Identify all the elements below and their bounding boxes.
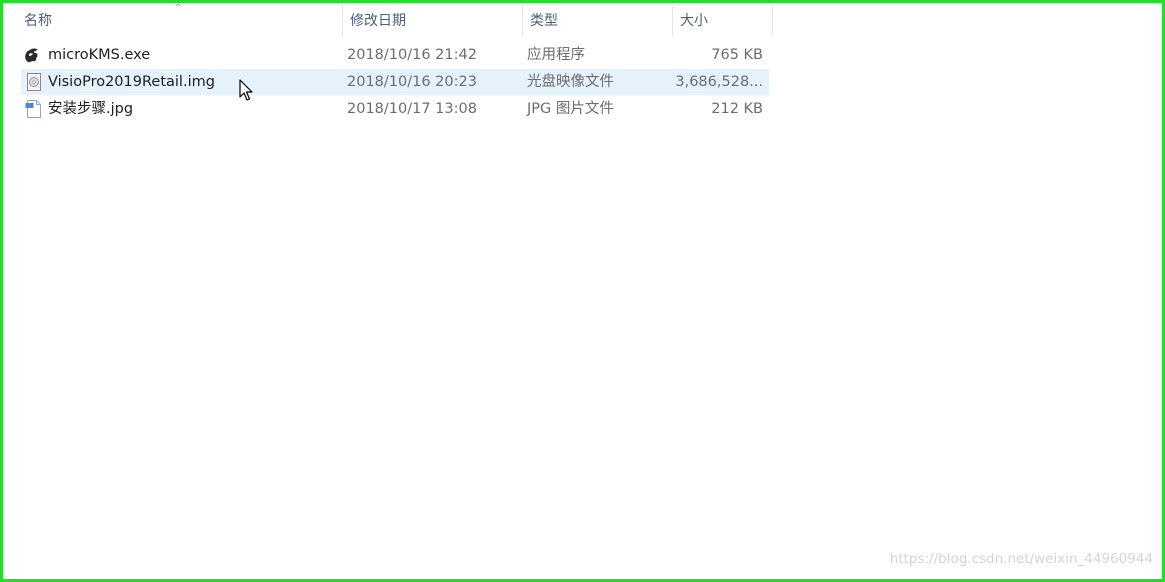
file-row-microkms[interactable]: microKMS.exe 2018/10/16 21:42 应用程序 765 K… bbox=[21, 42, 769, 68]
file-date: 2018/10/16 21:42 bbox=[347, 47, 477, 63]
sort-indicator-icon: ^ bbox=[174, 3, 183, 14]
file-size: 3,686,528... bbox=[675, 74, 763, 90]
file-size: 765 KB bbox=[711, 47, 763, 63]
file-date: 2018/10/16 20:23 bbox=[347, 74, 477, 90]
column-header-bar: ^ 名称 修改日期 类型 大小 bbox=[6, 3, 773, 36]
column-header-size[interactable]: 大小 bbox=[680, 6, 708, 36]
file-type: 应用程序 bbox=[527, 47, 585, 63]
file-name: 安装步骤.jpg bbox=[48, 101, 134, 117]
file-row-visiopro[interactable]: VisioPro2019Retail.img 2018/10/16 20:23 … bbox=[21, 69, 769, 95]
file-name: VisioPro2019Retail.img bbox=[48, 74, 215, 90]
file-type: JPG 图片文件 bbox=[527, 101, 614, 117]
file-type: 光盘映像文件 bbox=[527, 74, 614, 90]
screenshot-frame: ^ 名称 修改日期 类型 大小 microKMS.exe 2018/10/16 … bbox=[0, 0, 1165, 582]
executable-icon bbox=[23, 46, 41, 64]
watermark-url: https://blog.csdn.net/weixin_44960944 bbox=[889, 551, 1153, 567]
column-divider[interactable] bbox=[522, 6, 523, 36]
disc-image-icon bbox=[25, 73, 43, 91]
file-name: microKMS.exe bbox=[48, 47, 151, 63]
column-header-name[interactable]: 名称 bbox=[24, 6, 52, 36]
file-date: 2018/10/17 13:08 bbox=[347, 101, 477, 117]
column-divider[interactable] bbox=[672, 6, 673, 36]
file-size: 212 KB bbox=[711, 101, 763, 117]
column-divider[interactable] bbox=[342, 6, 343, 36]
column-header-date[interactable]: 修改日期 bbox=[350, 6, 406, 36]
image-file-icon bbox=[25, 100, 43, 118]
file-row-install-steps[interactable]: 安装步骤.jpg 2018/10/17 13:08 JPG 图片文件 212 K… bbox=[21, 96, 769, 122]
column-header-type[interactable]: 类型 bbox=[530, 6, 558, 36]
column-divider[interactable] bbox=[772, 6, 773, 36]
mouse-cursor-icon bbox=[239, 79, 253, 101]
